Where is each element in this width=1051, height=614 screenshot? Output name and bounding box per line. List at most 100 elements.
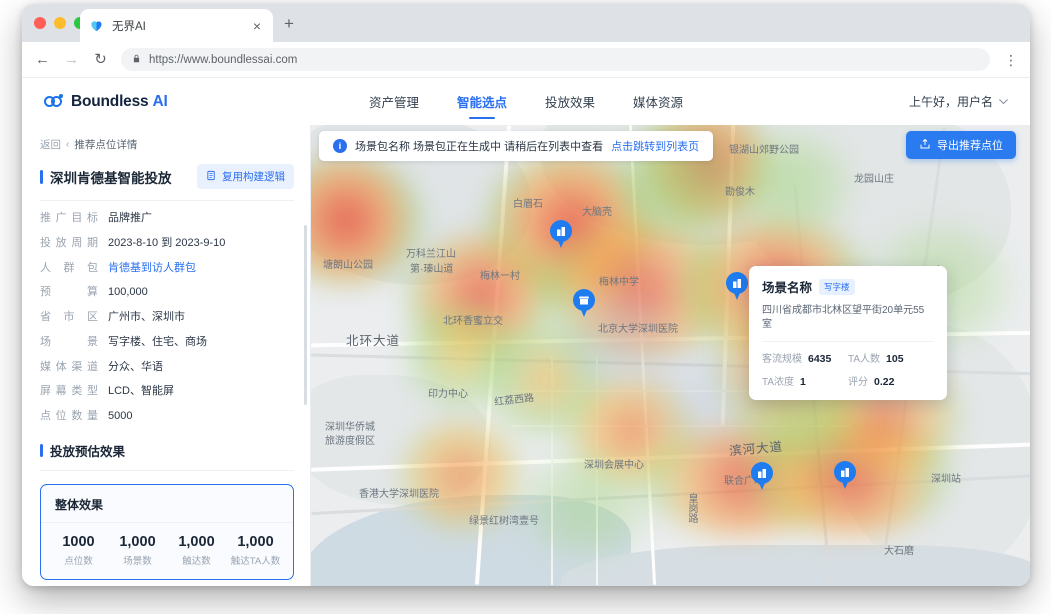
map-label: 北京大学深圳医院 [598, 324, 678, 335]
stat-value: 1,000 [237, 533, 274, 550]
map-pin-marker[interactable] [751, 462, 773, 491]
metric-value: 105 [886, 353, 904, 365]
minimize-window-button[interactable] [54, 17, 66, 29]
field-key: 媒体渠道 [40, 360, 98, 373]
app-logo[interactable]: Boundless AI [44, 93, 168, 111]
sidebar-scrollbar[interactable] [304, 225, 307, 405]
close-window-button[interactable] [34, 17, 46, 29]
map-label: 梅林中学 [599, 277, 639, 288]
heatmap-panel[interactable]: 星河丹堤 银湖山郊野公园 龙园山庄 白眉石 大脑壳 勘俊木 万科兰江山 第·瑧山… [311, 125, 1030, 586]
map-pin-marker[interactable] [550, 220, 572, 249]
estimated-effect-heading: 投放预估效果 [40, 435, 294, 471]
scene-address: 四川省成都市北林区望平街20单元55室 [762, 304, 934, 342]
browser-window: 无界AI × + ← → ↻ https://www.boundlessai.c… [22, 4, 1030, 586]
breadcrumb-back-link[interactable]: 返回 [40, 137, 61, 152]
map-label: 白眉石 [513, 199, 543, 210]
field-key: 场景 [40, 335, 98, 348]
title-accent-bar [40, 169, 43, 184]
map-label: 塘朗山公园 [323, 260, 373, 271]
field-row: 人群包 肯德基到访人群包 [40, 262, 294, 276]
building-icon [557, 226, 565, 236]
field-row: 投放周期 2023-8-10 到 2023-9-10 [40, 237, 294, 251]
map-label: 大脑壳 [582, 207, 612, 218]
map-pin-marker[interactable] [573, 289, 595, 318]
app-logo-text: Boundless AI [71, 92, 168, 110]
building-icon [758, 468, 766, 478]
map-label: 深圳站 [931, 474, 961, 485]
plan-field-list: 推广目标 品牌推广 投放周期 2023-8-10 到 2023-9-10 人群包 肯德… [40, 201, 294, 424]
stat-label: 触达TA人数 [230, 556, 281, 568]
section-accent-bar [40, 443, 43, 457]
map-label: 万科兰江山 [406, 249, 456, 260]
export-icon [919, 138, 931, 153]
map-label: 大石磨 [884, 546, 914, 557]
generation-status-banner: i 场景包名称 场景包正在生成中 请稍后在列表中查看 点击跳转到列表页 [319, 131, 714, 161]
metric-key: 客流规模 [762, 354, 802, 365]
field-value-link[interactable]: 肯德基到访人群包 [108, 262, 196, 276]
stat-label: 点位数 [64, 556, 93, 568]
banner-link[interactable]: 点击跳转到列表页 [611, 138, 699, 154]
field-key: 推广目标 [40, 212, 98, 224]
address-bar[interactable]: https://www.boundlessai.com [121, 48, 990, 71]
field-key: 省市区 [40, 311, 98, 323]
export-button-label: 导出推荐点位 [937, 140, 1003, 152]
export-recommended-points-button[interactable]: 导出推荐点位 [906, 131, 1016, 159]
nav-tab-media-resources[interactable]: 媒体资源 [633, 78, 683, 125]
plan-title-row: 深圳肯德基智能投放 复用构建逻辑 [40, 164, 294, 201]
info-icon: i [333, 139, 347, 153]
map-label: 第·瑧山道 [410, 264, 454, 275]
boundless-logo-icon [44, 94, 64, 109]
map-pin-marker[interactable] [834, 461, 856, 490]
map-label: 印力中心 [428, 389, 468, 400]
scene-metric: TA浓度 1 [762, 373, 848, 388]
browser-tab-strip: 无界AI × + [22, 4, 1030, 42]
stat-item: 1000 点位数 [49, 534, 108, 568]
nav-tab-smart-selection[interactable]: 智能选点 [457, 78, 507, 125]
stat-value: 1,000 [178, 533, 215, 550]
field-key: 预算 [40, 286, 98, 299]
scene-type-badge: 写字楼 [819, 278, 855, 295]
field-key: 人群包 [40, 261, 98, 274]
building-icon [733, 278, 741, 288]
field-value: 广州市、深圳市 [108, 311, 185, 323]
metric-value: 0.22 [874, 376, 895, 388]
back-icon[interactable]: ← [34, 52, 51, 67]
app-header: Boundless AI 资产管理 智能选点 投放效果 媒体资源 上午好，用户名 [22, 78, 1030, 125]
map-label: 皇岗路 [686, 493, 697, 523]
heart-icon [89, 18, 104, 33]
forward-icon[interactable]: → [63, 52, 80, 67]
new-tab-button[interactable]: + [284, 15, 294, 32]
scene-detail-popup[interactable]: 场景名称 写字楼 四川省成都市北林区望平街20单元55室 客流规模 6435 TA… [749, 266, 947, 400]
browser-tab-title: 无界AI [112, 20, 146, 33]
browser-menu-icon[interactable]: ⋮ [1002, 53, 1018, 67]
nav-tab-delivery-results[interactable]: 投放效果 [545, 78, 595, 125]
map-label: 深圳会展中心 [584, 460, 644, 471]
map-label: 梅林一村 [480, 271, 520, 282]
map-label: 深圳华侨城 [325, 422, 375, 433]
main-nav: 资产管理 智能选点 投放效果 媒体资源 [22, 78, 1030, 125]
map-label: 龙园山庄 [854, 174, 894, 185]
browser-toolbar: ← → ↻ https://www.boundlessai.com ⋮ [22, 42, 1030, 78]
breadcrumb: 返回 ‹ 推荐点位详情 [40, 137, 294, 152]
nav-tab-assets[interactable]: 资产管理 [369, 78, 419, 125]
map-pin-marker[interactable] [726, 272, 748, 301]
metric-value: 6435 [808, 353, 832, 365]
map-label: 勘俊木 [725, 187, 755, 198]
field-row: 场景 写字楼、住宅、商场 [40, 336, 294, 350]
browser-tab[interactable]: 无界AI × [80, 9, 273, 42]
reload-icon[interactable]: ↻ [92, 52, 109, 67]
close-icon[interactable]: × [250, 17, 264, 35]
chevron-down-icon [999, 97, 1008, 107]
scene-metric: 评分 0.22 [848, 373, 934, 388]
stat-value: 1000 [62, 533, 95, 550]
stat-value: 1,000 [119, 533, 156, 550]
reuse-build-logic-button[interactable]: 复用构建逻辑 [197, 164, 294, 189]
stat-label: 场景数 [123, 556, 152, 568]
map-label: 银湖山郊野公园 [729, 145, 799, 156]
stat-item: 1,000 场景数 [108, 534, 167, 568]
field-row: 推广目标 品牌推广 [40, 212, 294, 226]
overall-effect-title: 整体效果 [41, 496, 293, 523]
shop-icon [579, 296, 589, 304]
reuse-build-logic-label: 复用构建逻辑 [222, 171, 285, 183]
user-menu[interactable]: 上午好，用户名 [909, 93, 1008, 110]
